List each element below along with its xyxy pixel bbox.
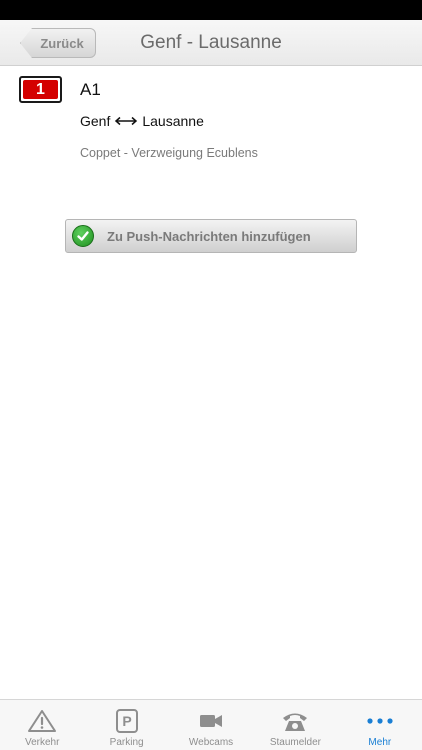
tab-webcams[interactable]: Webcams [169, 700, 253, 750]
route-from: Genf [80, 113, 111, 129]
tab-label-staumelder: Staumelder [269, 737, 321, 748]
motorway-badge: 1 [19, 76, 62, 103]
tab-verkehr[interactable]: Verkehr [0, 700, 84, 750]
tab-label-parking: Parking [109, 737, 144, 748]
more-dots-icon [365, 709, 395, 733]
tab-mehr[interactable]: Mehr [338, 700, 422, 750]
add-to-push-label: Zu Push-Nachrichten hinzufügen [107, 228, 311, 244]
parking-icon: P [112, 709, 142, 733]
tab-staumelder[interactable]: Staumelder [253, 700, 337, 750]
warning-triangle-icon [27, 709, 57, 733]
checkmark-icon [72, 225, 94, 247]
tab-label-webcams: Webcams [188, 737, 234, 748]
add-to-push-button[interactable]: Zu Push-Nachrichten hinzufügen [65, 219, 357, 253]
page-title: Genf - Lausanne [140, 32, 282, 53]
route-to: Lausanne [142, 113, 204, 129]
route-line: Genf Lausanne [80, 113, 204, 129]
svg-text:P: P [122, 713, 131, 729]
status-bar [0, 0, 422, 20]
tab-parking[interactable]: P Parking [84, 700, 168, 750]
route-section: Coppet - Verzweigung Ecublens [80, 146, 258, 160]
road-info: 1 A1 Genf Lausanne Coppet - Verzweigung … [0, 74, 422, 169]
road-name: A1 [80, 80, 101, 99]
telephone-icon [280, 709, 310, 733]
motorway-number: 1 [23, 80, 58, 99]
double-arrow-icon [114, 113, 138, 129]
video-camera-icon [196, 709, 226, 733]
tab-label-verkehr: Verkehr [24, 737, 60, 748]
tab-bar: Verkehr P Parking Webcams Staumelder Meh… [0, 699, 422, 750]
tab-label-mehr: Mehr [368, 737, 392, 748]
navigation-bar: Zurück Genf - Lausanne [0, 20, 422, 66]
